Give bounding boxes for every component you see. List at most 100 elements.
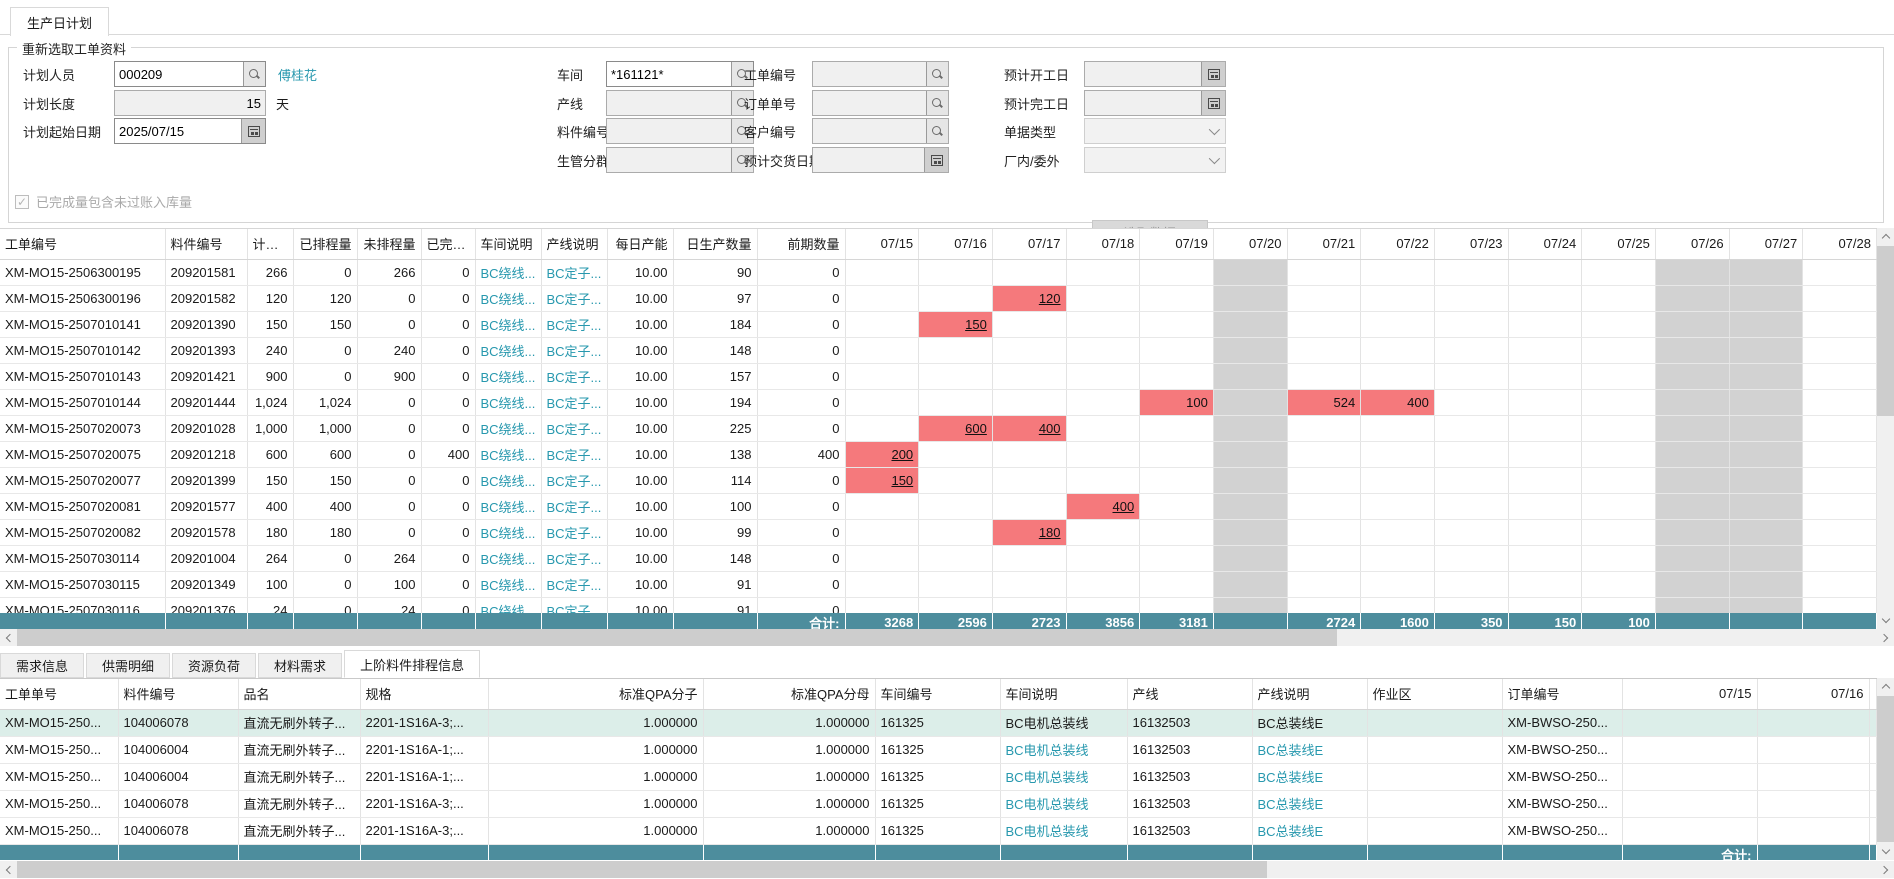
cell-ws[interactable]: BC绕线... — [475, 338, 541, 364]
cell-ws[interactable]: BC电机总装线 — [1000, 709, 1127, 736]
calendar-button[interactable] — [241, 119, 265, 143]
column-header-产线说明[interactable]: 产线说明 — [541, 229, 607, 259]
column-header-料件编号[interactable]: 料件编号 — [118, 679, 238, 709]
column-header-车间说明[interactable]: 车间说明 — [1000, 679, 1127, 709]
cell-ws[interactable]: BC绕线... — [475, 442, 541, 468]
dropdown-单据类型[interactable] — [1084, 118, 1226, 144]
table-row[interactable]: XM-MO15-25070200732092010281,0001,00000B… — [0, 416, 1877, 442]
column-header-07/25[interactable]: 07/25 — [1582, 229, 1656, 259]
table-row[interactable]: XM-MO15-250702007720920139915015000BC绕线.… — [0, 468, 1877, 494]
column-header-07/15[interactable]: 07/15 — [1622, 679, 1757, 709]
cell-ws[interactable]: BC电机总装线 — [1000, 763, 1127, 790]
lookup-button[interactable] — [926, 119, 948, 143]
cell-date-07/15[interactable]: 200 — [845, 442, 919, 468]
column-header-计产量[interactable]: 计产量 — [247, 229, 293, 259]
cell-line[interactable]: BC定子... — [541, 572, 607, 598]
empty-input-预计完工日[interactable] — [1085, 91, 1201, 115]
column-header-已完工量[interactable]: 已完工量 — [421, 229, 475, 259]
table-row[interactable]: XM-MO15-250703011520920134910001000BC绕线.… — [0, 572, 1877, 598]
scroll-right-icon[interactable] — [1877, 629, 1894, 646]
cell-ws[interactable]: BC绕线... — [475, 546, 541, 572]
cell-ws[interactable]: BC绕线... — [475, 416, 541, 442]
cell-date-07/19[interactable]: 100 — [1140, 390, 1214, 416]
scroll-down-icon[interactable] — [1877, 843, 1894, 860]
table-row[interactable]: XM-MO15-250630019620920158212012000BC绕线.… — [0, 286, 1877, 312]
cell-line[interactable]: BC定子... — [541, 364, 607, 390]
column-header-工单单号[interactable]: 工单单号 — [0, 679, 118, 709]
tab-材料需求[interactable]: 材料需求 — [258, 653, 342, 678]
table-row[interactable]: XM-MO15-250...104006004直流无刷外转子...2201-1S… — [0, 763, 1877, 790]
empty-input-料件编号[interactable] — [607, 119, 731, 143]
column-header-07/17[interactable]: 07/17 — [992, 229, 1066, 259]
column-header-标准QPA分母[interactable]: 标准QPA分母 — [703, 679, 875, 709]
bottom-grid-vscrollbar[interactable] — [1877, 678, 1894, 860]
tab-production-daily-plan[interactable]: 生产日计划 — [10, 7, 109, 36]
main-grid-hscrollbar[interactable] — [0, 629, 1894, 646]
empty-input-产线[interactable] — [607, 91, 731, 115]
table-row[interactable]: XM-MO15-250701014120920139015015000BC绕线.… — [0, 312, 1877, 338]
scroll-down-icon[interactable] — [1877, 612, 1894, 629]
cell-line[interactable]: BC总装线E — [1252, 817, 1367, 844]
column-header-订单编号[interactable]: 订单编号 — [1502, 679, 1622, 709]
column-header-07/27[interactable]: 07/27 — [1729, 229, 1803, 259]
empty-input-订单单号[interactable] — [813, 91, 926, 115]
cell-ws[interactable]: BC电机总装线 — [1000, 736, 1127, 763]
cell-ws[interactable]: BC绕线... — [475, 312, 541, 338]
column-header-作业区[interactable]: 作业区 — [1367, 679, 1502, 709]
cell-line[interactable]: BC定子... — [541, 338, 607, 364]
column-header-品名[interactable]: 品名 — [238, 679, 360, 709]
input-计划长度[interactable] — [115, 91, 265, 115]
column-header-07/24[interactable]: 07/24 — [1508, 229, 1582, 259]
column-header-未排程量[interactable]: 未排程量 — [357, 229, 421, 259]
column-header-07/18[interactable]: 07/18 — [1066, 229, 1140, 259]
cell-date-07/16[interactable]: 600 — [919, 416, 993, 442]
column-header-每日产能[interactable]: 每日产能 — [607, 229, 673, 259]
scroll-left-icon[interactable] — [0, 629, 17, 646]
table-row[interactable]: XM-MO15-2507030116209201376240240BC绕线BC定… — [0, 598, 1877, 613]
column-header-车间说明[interactable]: 车间说明 — [475, 229, 541, 259]
tab-需求信息[interactable]: 需求信息 — [0, 653, 84, 678]
empty-input-预计交货日期[interactable] — [813, 148, 924, 172]
input-计划起始日期[interactable] — [115, 119, 241, 143]
column-header-产线说明[interactable]: 产线说明 — [1252, 679, 1367, 709]
cell-date-07/17[interactable]: 400 — [992, 416, 1066, 442]
column-header-07/20[interactable]: 07/20 — [1213, 229, 1287, 259]
input-计划人员[interactable] — [115, 62, 243, 86]
cell-date-07/17[interactable]: 180 — [992, 520, 1066, 546]
column-header-07/22[interactable]: 07/22 — [1361, 229, 1435, 259]
cell-line[interactable]: BC定子... — [541, 312, 607, 338]
column-header-工单编号[interactable]: 工单编号 — [0, 229, 165, 259]
table-row[interactable]: XM-MO15-250702008220920157818018000BC绕线.… — [0, 520, 1877, 546]
cell-date-07/17[interactable]: 120 — [992, 286, 1066, 312]
cell-line[interactable]: BC定子... — [541, 546, 607, 572]
calendar-button[interactable] — [1201, 91, 1225, 115]
cell-line[interactable]: BC总装线E — [1252, 790, 1367, 817]
empty-input-工单编号[interactable] — [813, 62, 926, 86]
table-row[interactable]: XM-MO15-25070200752092012186006000400BC绕… — [0, 442, 1877, 468]
cell-line[interactable]: BC定子... — [541, 260, 607, 286]
cell-ws[interactable]: BC绕线... — [475, 364, 541, 390]
column-header-已排程量[interactable]: 已排程量 — [293, 229, 357, 259]
cell-ws[interactable]: BC绕线... — [475, 572, 541, 598]
table-row[interactable]: XM-MO15-25070101442092014441,0241,02400B… — [0, 390, 1877, 416]
column-header-标准QPA分子[interactable]: 标准QPA分子 — [488, 679, 703, 709]
cell-ws[interactable]: BC绕线 — [475, 598, 541, 613]
cell-line[interactable]: BC定子 — [541, 598, 607, 613]
calendar-button[interactable] — [1201, 62, 1225, 86]
column-header-车间编号[interactable]: 车间编号 — [875, 679, 1000, 709]
table-row[interactable]: XM-MO15-250...104006078直流无刷外转子...2201-1S… — [0, 790, 1877, 817]
table-row-selected[interactable]: XM-MO15-250...104006078直流无刷外转子...2201-1S… — [0, 709, 1877, 736]
empty-input-预计开工日[interactable] — [1085, 62, 1201, 86]
tab-上阶料件排程信息[interactable]: 上阶料件排程信息 — [344, 650, 480, 678]
cell-line[interactable]: BC定子... — [541, 442, 607, 468]
lookup-button[interactable] — [926, 91, 948, 115]
cell-line[interactable]: BC定子... — [541, 416, 607, 442]
cell-date-07/15[interactable]: 150 — [845, 468, 919, 494]
column-header-产线[interactable]: 产线 — [1127, 679, 1252, 709]
cell-line[interactable]: BC定子... — [541, 286, 607, 312]
tab-供需明细[interactable]: 供需明细 — [86, 653, 170, 678]
cell-line[interactable]: BC定子... — [541, 468, 607, 494]
bottom-grid-hscrollbar[interactable] — [0, 861, 1894, 878]
cell-ws[interactable]: BC绕线... — [475, 390, 541, 416]
cell-line[interactable]: BC总装线E — [1252, 763, 1367, 790]
